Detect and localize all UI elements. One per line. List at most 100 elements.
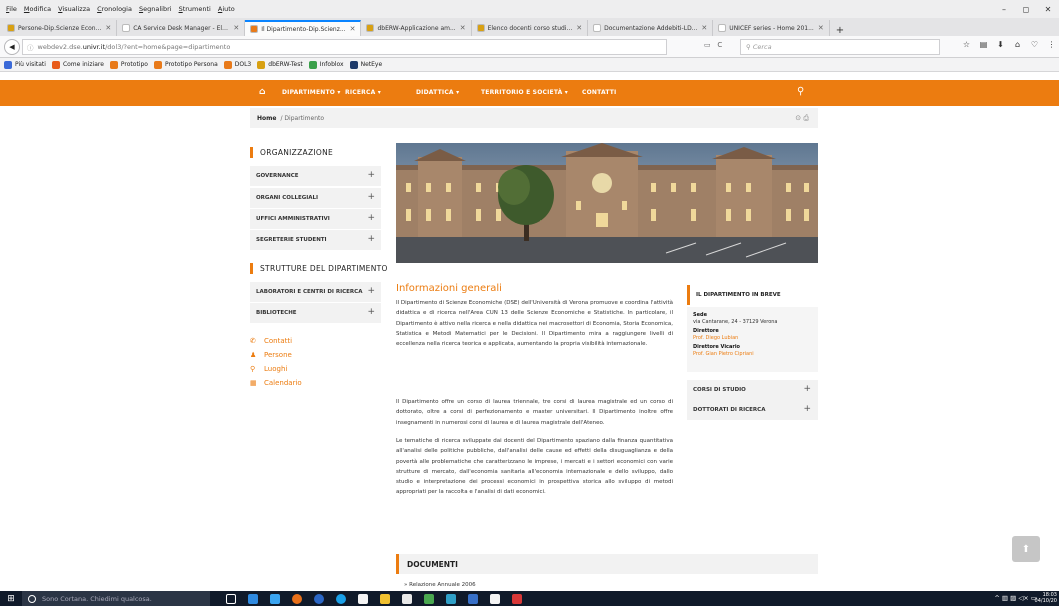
documenti-heading: DOCUMENTI bbox=[396, 554, 818, 574]
menu-modifica[interactable]: Modifica bbox=[24, 5, 51, 13]
browser-tab[interactable]: Elenco docenti corso studi... ✕ bbox=[472, 20, 589, 36]
bookmark-item[interactable]: dbERW-Test bbox=[257, 60, 303, 69]
browser-tab[interactable]: UNICEF series - Home 201... ✕ bbox=[713, 20, 830, 36]
bookmark-item[interactable]: Più visitati bbox=[4, 60, 46, 69]
url-bar[interactable]: ⓘ webdev2.dse. univr.it/dol3/?ent=home&pa… bbox=[22, 39, 667, 55]
accordion-organi-collegiali[interactable]: ORGANI COLLEGIALI + bbox=[250, 188, 381, 208]
nav-dipartimento[interactable]: DIPARTIMENTO ▾ bbox=[282, 89, 341, 96]
app-icon[interactable] bbox=[484, 591, 506, 606]
share-icon[interactable]: ⊙ bbox=[795, 114, 801, 122]
direttore-link[interactable]: Prof. Diego Lubian bbox=[693, 335, 812, 342]
breadcrumb-home[interactable]: Home bbox=[257, 115, 276, 122]
download-icon[interactable]: ⬇ bbox=[992, 40, 1009, 49]
overflow-menu-icon[interactable]: ⋮ bbox=[1043, 40, 1059, 49]
nav-ricerca[interactable]: RICERCA ▾ bbox=[345, 89, 381, 96]
accordion-laboratori[interactable]: LABORATORI E CENTRI DI RICERCA + bbox=[250, 282, 381, 302]
link-calendario[interactable]: ▦ Calendario bbox=[250, 378, 302, 388]
link-contatti[interactable]: ✆ Contatti bbox=[250, 336, 292, 346]
start-button[interactable]: ⊞ bbox=[0, 591, 22, 606]
menu-aiuto[interactable]: Aiuto bbox=[218, 5, 235, 13]
organizzazione-heading: ORGANIZZAZIONE bbox=[250, 147, 333, 158]
info-icon[interactable]: ⓘ bbox=[27, 42, 34, 52]
bookmark-item[interactable]: DOL3 bbox=[223, 60, 251, 69]
reload-button[interactable]: C bbox=[717, 41, 722, 49]
library-icon[interactable]: ▤ bbox=[975, 40, 992, 49]
app-icon[interactable] bbox=[506, 591, 528, 606]
close-tab-icon[interactable]: ✕ bbox=[576, 24, 582, 32]
intro-paragraph: Il Dipartimento di Scienze Economiche (D… bbox=[396, 300, 673, 348]
app-icon[interactable] bbox=[418, 591, 440, 606]
browser-tab[interactable]: Persone-Dip.Scienze Econ... ✕ bbox=[2, 20, 118, 36]
nav-contatti[interactable]: CONTATTI bbox=[582, 89, 617, 96]
bookmark-item[interactable]: Come iniziare bbox=[51, 60, 104, 69]
explorer-icon[interactable] bbox=[374, 591, 396, 606]
edge-icon[interactable] bbox=[242, 591, 264, 606]
home-icon[interactable]: ⌂ bbox=[1009, 40, 1026, 49]
maximize-button[interactable]: ◻ bbox=[1015, 5, 1037, 14]
accordion-corsi-di-studio[interactable]: CORSI DI STUDIO + bbox=[687, 380, 818, 400]
network-icon[interactable]: ▥ bbox=[1002, 594, 1008, 602]
print-icon[interactable]: ⎙ bbox=[803, 114, 809, 122]
back-to-top-button[interactable]: ⬆ bbox=[1012, 536, 1040, 562]
accordion-segreterie-studenti[interactable]: SEGRETERIE STUDENTI + bbox=[250, 230, 381, 250]
menu-file[interactable]: File bbox=[6, 5, 17, 13]
cortana-search[interactable]: Sono Cortana. Chiedimi qualcosa. bbox=[22, 591, 210, 606]
search-box[interactable]: ⚲ Cerca bbox=[740, 39, 940, 55]
browser-tab[interactable]: CA Service Desk Manager - Ele... ✕ bbox=[117, 20, 246, 36]
new-tab-button[interactable]: + bbox=[830, 25, 850, 36]
tab-title: Elenco docenti corso studi... bbox=[487, 24, 573, 32]
thunderbird-icon[interactable] bbox=[308, 591, 330, 606]
ie-icon[interactable] bbox=[264, 591, 286, 606]
close-tab-icon[interactable]: ✕ bbox=[233, 24, 239, 32]
close-tab-icon[interactable]: ✕ bbox=[818, 24, 824, 32]
tab-title: Documentazione Addebiti-LD... bbox=[604, 24, 698, 32]
bookmark-item[interactable]: NetEye bbox=[349, 60, 382, 69]
browser-tab[interactable]: Il Dipartimento-Dip.Scienz... ✕ bbox=[245, 20, 362, 36]
firefox-icon[interactable] bbox=[286, 591, 308, 606]
bookmark-star-icon[interactable]: ☆ bbox=[958, 40, 975, 49]
home-icon[interactable]: ⌂ bbox=[259, 87, 266, 97]
plus-icon: + bbox=[367, 213, 375, 223]
close-tab-icon[interactable]: ✕ bbox=[460, 24, 466, 32]
browser-tab[interactable]: Documentazione Addebiti-LD... ✕ bbox=[588, 20, 714, 36]
accordion-biblioteche[interactable]: BIBLIOTECHE + bbox=[250, 303, 381, 323]
nav-territorio[interactable]: TERRITORIO E SOCIETÀ ▾ bbox=[481, 89, 568, 96]
store-icon[interactable] bbox=[396, 591, 418, 606]
file-icon[interactable] bbox=[352, 591, 374, 606]
task-view-icon[interactable] bbox=[220, 591, 242, 606]
volume-icon[interactable]: ◁× bbox=[1018, 594, 1028, 602]
accordion-uffici-amministrativi[interactable]: UFFICI AMMINISTRATIVI + bbox=[250, 209, 381, 229]
close-tab-icon[interactable]: ✕ bbox=[350, 25, 356, 33]
browser-tab[interactable]: dbERW-Applicazione am... ✕ bbox=[361, 20, 472, 36]
close-tab-icon[interactable]: ✕ bbox=[105, 24, 111, 32]
close-window-button[interactable]: ✕ bbox=[1037, 5, 1059, 14]
minimize-button[interactable]: – bbox=[993, 5, 1015, 14]
accordion-dottorati[interactable]: DOTTORATI DI RICERCA + bbox=[687, 400, 818, 420]
favicon-icon bbox=[366, 24, 375, 32]
back-button[interactable]: ◀ bbox=[4, 38, 20, 55]
document-link[interactable]: » Relazione Annuale 2006 bbox=[404, 582, 476, 588]
site-search-icon[interactable]: ⚲ bbox=[797, 86, 805, 97]
breadcrumb: Home / Dipartimento ⊙ ⎙ bbox=[250, 108, 818, 128]
bookmark-item[interactable]: Infoblox bbox=[308, 60, 344, 69]
menu-cronologia[interactable]: Cronologia bbox=[97, 5, 132, 13]
vicario-link[interactable]: Prof. Gian Pietro Cipriani bbox=[693, 351, 812, 358]
pocket-icon[interactable]: ♡ bbox=[1026, 40, 1043, 49]
nav-didattica[interactable]: DIDATTICA ▾ bbox=[416, 89, 459, 96]
chevron-up-icon[interactable]: ^ bbox=[994, 594, 999, 602]
app-icon[interactable] bbox=[440, 591, 462, 606]
menu-segnalibri[interactable]: Segnalibri bbox=[139, 5, 172, 13]
reader-view-icon[interactable]: ▭ bbox=[704, 41, 711, 49]
bookmark-item[interactable]: Prototipo Persona bbox=[153, 60, 218, 69]
menu-visualizza[interactable]: Visualizza bbox=[58, 5, 90, 13]
link-luoghi[interactable]: ⚲ Luoghi bbox=[250, 364, 287, 374]
skype-icon[interactable] bbox=[330, 591, 352, 606]
link-persone[interactable]: ♟ Persone bbox=[250, 350, 292, 360]
app-icon[interactable] bbox=[462, 591, 484, 606]
close-tab-icon[interactable]: ✕ bbox=[701, 24, 707, 32]
bookmark-item[interactable]: Prototipo bbox=[109, 60, 148, 69]
menu-strumenti[interactable]: Strumenti bbox=[179, 5, 211, 13]
clock[interactable]: 18:03 04/10/20 bbox=[1035, 592, 1057, 604]
security-icon[interactable]: ▨ bbox=[1010, 594, 1016, 602]
accordion-governance[interactable]: GOVERNANCE + bbox=[250, 166, 381, 186]
